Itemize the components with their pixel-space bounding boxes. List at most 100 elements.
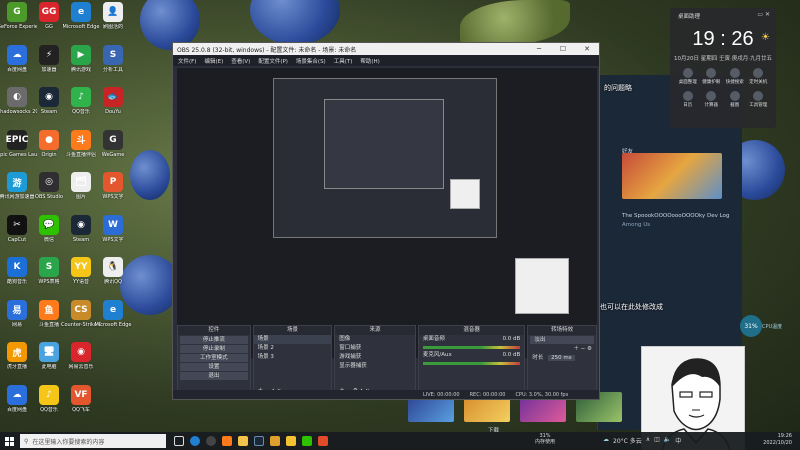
source-item[interactable]: 窗口捕获 — [335, 344, 415, 353]
minimize-icon[interactable]: ─ — [527, 45, 551, 53]
maximize-icon[interactable]: ☐ — [551, 45, 575, 53]
app-icon[interactable] — [270, 436, 280, 446]
rec-status: REC: 00:00:00 — [469, 391, 506, 398]
obs-titlebar[interactable]: OBS 25.0.8 (32-bit, windows) - 配置文件: 未命名… — [173, 43, 599, 55]
desktop-icon[interactable]: P WPS文字 — [94, 172, 132, 212]
control-button[interactable]: 停止推流 — [180, 336, 248, 344]
obs-icon[interactable] — [206, 436, 216, 446]
taskbar-search-input[interactable]: ⚲ 在这里输入你要搜索的内容 — [20, 434, 166, 448]
cpu-usage-badge[interactable]: 31% — [740, 315, 762, 337]
network-icon[interactable]: ◫ — [654, 436, 660, 445]
live-status: LIVE: 00:00:00 — [423, 391, 460, 398]
desktop-icon[interactable]: S 分析工具 — [94, 44, 132, 85]
widget-tool[interactable]: 工具管理 — [747, 91, 771, 108]
desktop-icon[interactable]: 🐟 DouYu — [94, 87, 132, 127]
app-icon[interactable] — [318, 436, 328, 446]
game-banner[interactable] — [622, 153, 722, 199]
widget-tool[interactable]: 健康护眼 — [700, 68, 724, 85]
desktop-icon-label: 刷图活的 — [102, 24, 123, 30]
folder-icon[interactable] — [238, 436, 248, 446]
desktop-icon[interactable]: 🐧 腾讯QQ — [94, 257, 132, 297]
chevron-up-icon[interactable]: ∧ — [646, 436, 650, 445]
desktop-assistant-widget[interactable]: 桌面助理 ▭ ✕ 19 : 26 ☀ 10月20日 星期四 壬寅·庚戌月·九月廿… — [670, 8, 776, 128]
windows-start-icon[interactable] — [0, 432, 18, 450]
app-icon: 虎 — [7, 342, 27, 362]
desktop-icon-label: WeGame — [101, 151, 125, 158]
desktop-icon-grid: GGeForce ExperienceGGGGeMicrosoft Edge👤刷… — [0, 0, 132, 430]
system-tray: ☁ 20°C 多云 ∧ ◫ 🔈 中 — [603, 436, 681, 445]
close-icon[interactable]: ✕ — [575, 45, 599, 53]
scene-item[interactable]: 场景 3 — [254, 353, 332, 362]
app-icon: 游 — [7, 172, 27, 192]
desktop-icon[interactable]: 👤 刷图活的 — [94, 2, 132, 42]
desktop-icon[interactable]: G WeGame — [94, 129, 132, 170]
scene-item[interactable]: 场景 — [253, 335, 332, 344]
control-button[interactable]: 工作室模式 — [180, 354, 248, 362]
app-icon[interactable] — [286, 436, 296, 446]
duration-input[interactable]: 250 ms — [548, 355, 575, 361]
douyu-icon[interactable] — [222, 436, 232, 446]
wechat-icon[interactable] — [302, 436, 312, 446]
tool-icon — [729, 91, 740, 101]
scene-item[interactable]: 场景 2 — [254, 344, 332, 353]
weather-text[interactable]: 20°C 多云 — [613, 436, 642, 445]
app-icon: 鱼 — [39, 299, 59, 320]
steam-icon[interactable] — [254, 436, 264, 446]
menu-item[interactable]: 场景集合(S) — [296, 57, 326, 65]
desktop-icon[interactable]: e Microsoft Edge — [94, 299, 132, 340]
menu-item[interactable]: 查看(V) — [231, 57, 250, 65]
transition-add-remove[interactable]: ＋ − ⚙ — [528, 345, 596, 354]
taskbar-clock[interactable]: 19:26 2022/10/20 — [748, 433, 792, 447]
control-button[interactable]: 停止录制 — [180, 345, 248, 353]
transitions-dock: 转场特效 淡出 ＋ − ⚙ 时长 250 ms — [527, 325, 597, 397]
control-button[interactable]: 退出 — [180, 372, 248, 380]
menu-item[interactable]: 帮助(H) — [360, 57, 379, 65]
widget-tool[interactable]: 计算器 — [700, 91, 724, 108]
webcam-overlay-medium — [515, 258, 569, 314]
edge-icon[interactable] — [190, 436, 200, 446]
desktop-icon[interactable]: W WPS文字 — [94, 214, 132, 255]
source-item[interactable]: 游戏捕获 — [335, 353, 415, 362]
game-title[interactable]: The SpoookOOOOoooOOOOky Dev Log — [622, 213, 729, 219]
app-icon: 👤 — [103, 2, 123, 22]
source-item[interactable]: 显示器捕获 — [335, 362, 415, 371]
scenes-dock-title: 场景 — [253, 326, 332, 335]
memory-usage[interactable]: 31% 内存使用 — [535, 433, 555, 445]
app-icon: 💬 — [39, 214, 59, 235]
menu-item[interactable]: 工具(T) — [334, 57, 353, 65]
app-icon: ● — [39, 129, 59, 150]
widget-tool[interactable]: 桌面整理 — [676, 68, 700, 85]
game-subtitle[interactable]: Among Us — [622, 222, 650, 228]
obs-window[interactable]: OBS 25.0.8 (32-bit, windows) - 配置文件: 未命名… — [172, 42, 600, 400]
weather-icon[interactable]: ☁ — [603, 436, 609, 445]
desktop-icon-label: Microsoft Edge — [94, 321, 132, 328]
cpu-usage-label: CPU温度 — [762, 324, 783, 330]
widget-title: 桌面助理 — [678, 14, 701, 20]
transition-select[interactable]: 淡出 — [530, 336, 594, 344]
app-icon: ◉ — [39, 87, 59, 107]
task-view-icon[interactable] — [174, 436, 184, 446]
menu-item[interactable]: 编辑(E) — [204, 57, 223, 65]
gear-icon[interactable]: ▭ ✕ — [757, 11, 770, 18]
widget-tool-label: 工具管理 — [749, 103, 768, 108]
widget-tool[interactable]: 定时关机 — [747, 68, 771, 85]
source-item[interactable]: 图像 — [335, 335, 415, 344]
app-icon: VF — [71, 384, 91, 405]
control-button[interactable]: 设置 — [180, 363, 248, 371]
menu-item[interactable]: 文件(F) — [178, 57, 196, 65]
widget-tool[interactable]: 快捷搜索 — [723, 68, 747, 85]
app-icon: ◎ — [39, 172, 59, 192]
widget-tool[interactable]: 日历 — [676, 91, 700, 108]
app-icon: ☁ — [7, 44, 27, 65]
widget-tool[interactable]: 截图 — [723, 91, 747, 108]
menu-item[interactable]: 配置文件(P) — [258, 57, 288, 65]
controls-dock: 控件 停止推流 停止录制 工作室模式 设置 退出 — [177, 325, 251, 397]
app-icon: e — [103, 299, 123, 320]
desktop-icon-label: 分析工具 — [102, 66, 123, 73]
volume-icon[interactable]: 🔈 — [664, 436, 671, 445]
app-icon: ◐ — [7, 87, 27, 107]
app-icon: 🗂 — [71, 172, 91, 192]
input-language[interactable]: 中 — [675, 436, 681, 445]
obs-preview[interactable] — [177, 68, 597, 358]
mixer-dock-title: 混音器 — [418, 326, 525, 335]
